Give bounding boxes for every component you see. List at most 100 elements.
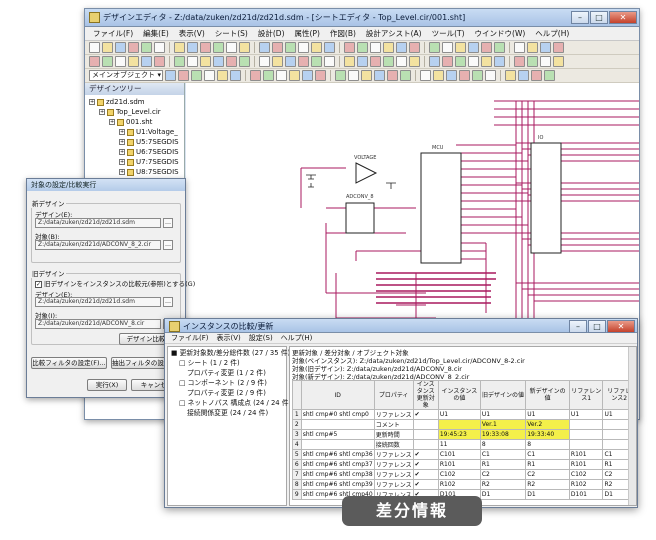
cut-icon[interactable] [311, 56, 322, 67]
instance-title-bar[interactable]: インスタンスの比較/更新 – □ ✕ [165, 319, 637, 333]
column-header[interactable]: プロパティ [373, 380, 414, 410]
net-icon[interactable] [226, 56, 237, 67]
open-icon[interactable] [272, 56, 283, 67]
table-row[interactable]: 5 shtl cmp#6 shtl cmp36 リファレンス ✔ C101 C1 C1 R10… [292, 449, 636, 460]
diff-category-item[interactable]: プロパティ変更 (1 / 2 件) [187, 369, 266, 378]
table-row[interactable]: 2 コメント Ver.1 Ver.2 [292, 419, 636, 430]
menu-item-8[interactable]: ツール(T) [432, 28, 465, 39]
wire-icon[interactable] [409, 56, 420, 67]
expand-toggle-icon[interactable]: + [119, 149, 125, 155]
new-file-icon[interactable] [485, 70, 496, 81]
net-icon[interactable] [481, 42, 492, 53]
component-icon[interactable] [429, 56, 440, 67]
menu-item-1[interactable]: 編集(E) [143, 28, 169, 39]
zoom-icon[interactable] [383, 56, 394, 67]
save-icon[interactable] [518, 70, 529, 81]
copy-icon[interactable] [370, 42, 381, 53]
copy-icon[interactable] [324, 56, 335, 67]
wire-icon[interactable] [200, 56, 211, 67]
old-design-field[interactable]: Z:/data/zuken/zd21d/zd21d.sdm [35, 297, 161, 307]
table-cell-chk[interactable] [412, 429, 439, 440]
menu-item-10[interactable]: ヘルプ(H) [535, 28, 569, 39]
cut-icon[interactable] [527, 56, 538, 67]
print-icon[interactable] [531, 70, 542, 81]
save-icon[interactable] [324, 42, 335, 53]
table-cell-chk[interactable]: ✔ [412, 469, 439, 480]
wire-icon[interactable] [239, 42, 250, 53]
grid-icon[interactable] [442, 42, 453, 53]
net-icon[interactable] [250, 70, 261, 81]
expand-toggle-icon[interactable]: + [109, 119, 115, 125]
grid-icon[interactable] [187, 56, 198, 67]
component-icon[interactable] [259, 42, 270, 53]
compare-filter-button[interactable]: 比較フィルタの設定(F)... [31, 357, 107, 369]
check-icon[interactable] [285, 42, 296, 53]
zoom-icon[interactable] [400, 70, 411, 81]
expand-toggle-icon[interactable]: + [119, 169, 125, 175]
new-file-icon[interactable] [514, 42, 525, 53]
undo-icon[interactable] [141, 56, 152, 67]
zoom-icon[interactable] [191, 70, 202, 81]
wire-icon[interactable] [455, 42, 466, 53]
print-icon[interactable] [344, 42, 355, 53]
column-header[interactable]: 旧デザインの値 [479, 380, 527, 410]
grid-icon[interactable] [396, 56, 407, 67]
cut-icon[interactable] [141, 42, 152, 53]
tree-item[interactable]: + U5:7SEGDIS [119, 137, 179, 147]
redo-icon[interactable] [200, 42, 211, 53]
component-icon[interactable] [213, 56, 224, 67]
column-header[interactable]: インスタンス 更新対象 [412, 380, 439, 410]
column-header[interactable]: インスタンスの値 [437, 380, 481, 410]
open-icon[interactable] [311, 42, 322, 53]
table-cell-chk[interactable] [412, 439, 439, 450]
open-icon[interactable] [102, 42, 113, 53]
grid-icon[interactable] [420, 70, 431, 81]
instance-menu-item-1[interactable]: 表示(V) [217, 333, 241, 343]
cut-icon[interactable] [102, 56, 113, 67]
maximize-button[interactable]: □ [590, 11, 608, 24]
table-row[interactable]: 6 shtl cmp#6 shtl cmp37 リファレンス ✔ R101 R1 R1 R10… [292, 459, 636, 470]
diff-category-item[interactable]: ■ 更新対象数/差分総件数 (27 / 35 件) [171, 349, 290, 358]
table-cell-chk[interactable]: ✔ [412, 409, 439, 420]
check-icon[interactable] [263, 70, 274, 81]
new-design-browse-button[interactable]: … [163, 218, 173, 228]
check-icon[interactable] [239, 56, 250, 67]
component-icon[interactable] [446, 70, 457, 81]
undo-icon[interactable] [187, 42, 198, 53]
diff-category-item[interactable]: 接続関係変更 (24 / 24 件) [187, 409, 268, 418]
paste-icon[interactable] [174, 42, 185, 53]
redo-icon[interactable] [387, 70, 398, 81]
instance-maximize-button[interactable]: □ [588, 320, 606, 333]
menu-item-6[interactable]: 作図(B) [330, 28, 356, 39]
diff-category-item[interactable]: □ シート (1 / 2 件) [179, 359, 240, 368]
new-file-icon[interactable] [468, 56, 479, 67]
table-row[interactable]: 4 接続回数 11 8 8 [292, 439, 636, 450]
instance-menu-item-0[interactable]: ファイル(F) [171, 333, 209, 343]
save-icon[interactable] [540, 42, 551, 53]
new-file-icon[interactable] [89, 42, 100, 53]
menu-item-9[interactable]: ウインドウ(W) [475, 28, 526, 39]
table-row[interactable]: 1 shtl cmp#0 shtl cmp0 リファレンス ✔ U1 U1 U1 U1 U1 [292, 409, 636, 420]
open-icon[interactable] [481, 56, 492, 67]
tree-item[interactable]: + U7:7SEGDIS [119, 157, 179, 167]
print-icon[interactable] [553, 42, 564, 53]
check-icon[interactable] [455, 56, 466, 67]
tree-item[interactable]: +001.sht [109, 117, 152, 127]
paste-icon[interactable] [361, 70, 372, 81]
table-row[interactable]: 3 shtl cmp#5 更新時間 19:45:23 19:33:08 19:33:40 [292, 429, 636, 440]
open-icon[interactable] [505, 70, 516, 81]
table-cell-chk[interactable]: ✔ [412, 459, 439, 470]
new-target-browse-button[interactable]: … [163, 240, 173, 250]
table-cell-chk[interactable] [412, 419, 439, 430]
zoom-icon[interactable] [213, 42, 224, 53]
net-icon[interactable] [459, 70, 470, 81]
copy-icon[interactable] [348, 70, 359, 81]
column-header[interactable] [292, 380, 302, 410]
paste-icon[interactable] [383, 42, 394, 53]
old-design-reference-checkbox[interactable]: ✓ 旧デザインをインスタンスの比較元(参照)とする(G) [35, 278, 195, 288]
tree-item[interactable]: + Top_Level.cir [99, 107, 161, 117]
zoom-icon[interactable] [429, 42, 440, 53]
undo-icon[interactable] [165, 70, 176, 81]
net-icon[interactable] [272, 42, 283, 53]
new-file-icon[interactable] [259, 56, 270, 67]
